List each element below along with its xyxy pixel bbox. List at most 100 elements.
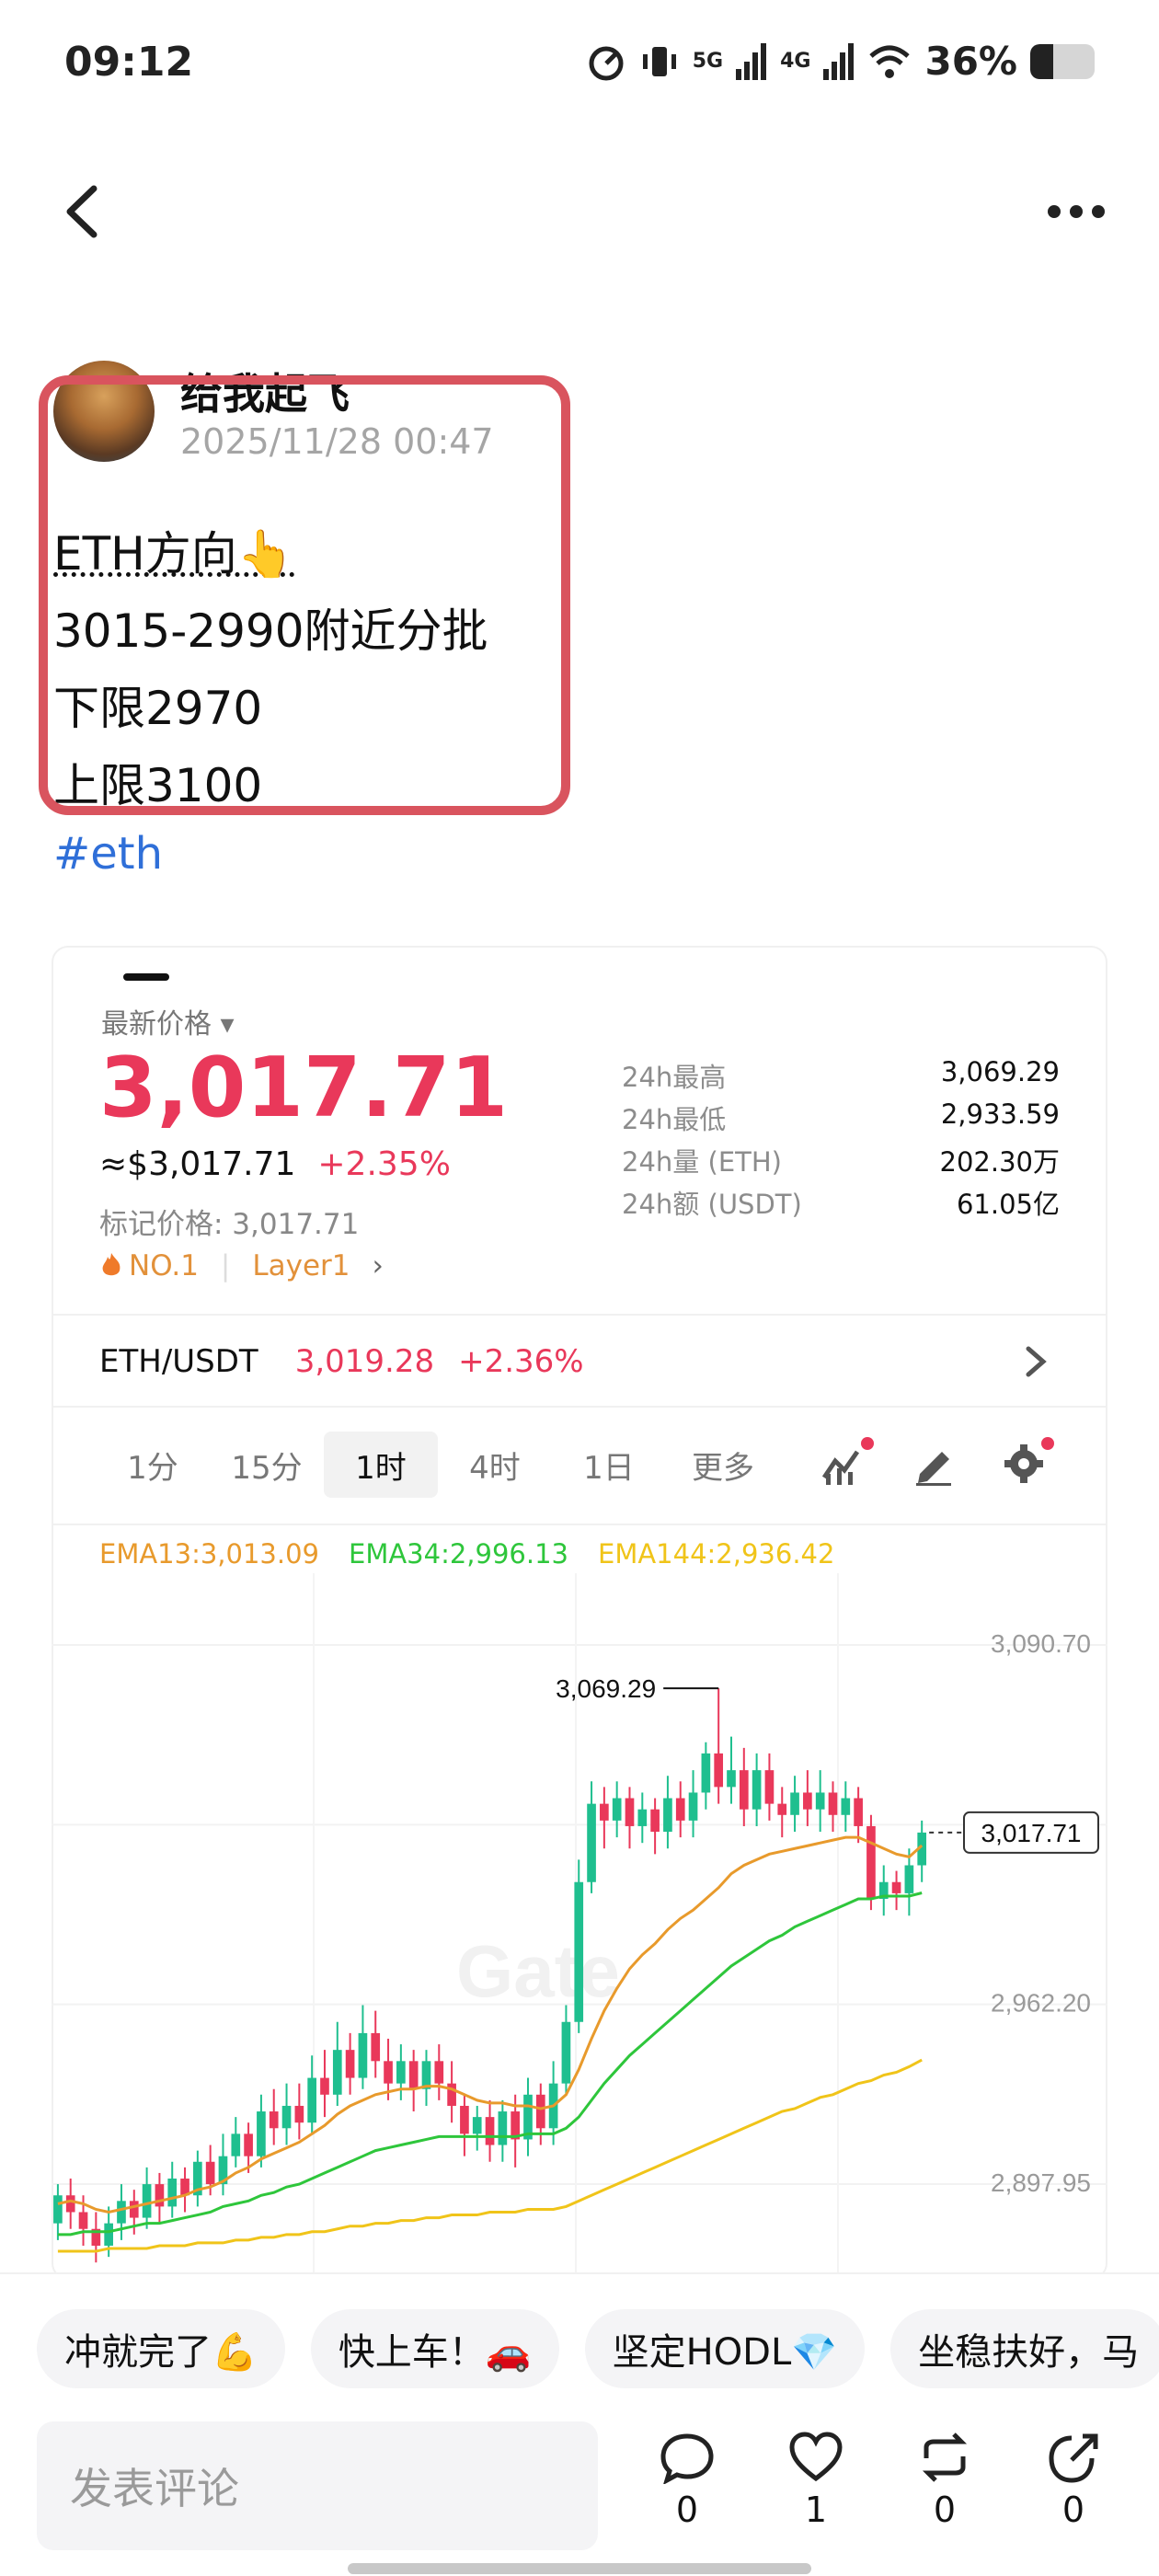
back-chevron-icon[interactable]	[57, 179, 112, 244]
candle-body	[129, 2201, 139, 2218]
notification-dot	[1041, 1437, 1054, 1450]
stat-row: 24h量 (ETH) 202.30万	[622, 1141, 1060, 1183]
candle-body	[384, 2061, 393, 2084]
notification-dot	[861, 1437, 874, 1450]
signal-icon	[736, 42, 767, 80]
candle-body	[472, 2117, 482, 2134]
like-button[interactable]: 1	[773, 2431, 859, 2530]
candle-body	[460, 2105, 469, 2134]
candle-body	[231, 2133, 241, 2156]
comment-button[interactable]: 0	[644, 2431, 730, 2530]
quick-reply-chip[interactable]: 坚定HODL💎	[584, 2309, 866, 2388]
candle-body	[307, 2077, 316, 2123]
tab-more[interactable]: 更多	[666, 1432, 780, 1498]
stats-table: 24h最高 3,069.29 24h最低 2,933.59 24h量 (ETH) 20…	[622, 1056, 1060, 1225]
candle-body	[257, 2111, 266, 2156]
category-tag[interactable]: Layer1	[252, 1249, 350, 1282]
quick-reply-chip[interactable]: 坐稳扶好，马	[890, 2309, 1159, 2388]
tab-1h[interactable]: 1时	[324, 1432, 438, 1498]
comment-icon	[660, 2433, 714, 2484]
ema13-label: EMA13:3,013.09	[99, 1538, 319, 1570]
candle-body	[764, 1770, 775, 1804]
latest-price-label[interactable]: 最新价格 ▾	[101, 1001, 235, 1041]
wifi-icon	[869, 45, 911, 78]
network-5g: 5G	[692, 50, 724, 73]
candle-body	[688, 1792, 698, 1821]
tab-1m[interactable]: 1分	[96, 1432, 210, 1498]
candle-body	[78, 2212, 88, 2229]
y-tick-label: 2,897.95	[991, 2168, 1091, 2197]
candle-body	[803, 1792, 812, 1810]
ticker-tags: NO.1 | Layer1 ›	[99, 1249, 384, 1282]
tab-1d[interactable]: 1日	[552, 1432, 666, 1498]
comment-input[interactable]: 发表评论	[37, 2421, 598, 2550]
candle-body	[434, 2061, 444, 2084]
quick-reply-chip[interactable]: 快上车！🚗	[310, 2309, 559, 2388]
candle-body	[777, 1803, 787, 1815]
chevron-right-icon[interactable]: ›	[373, 1249, 384, 1282]
candle-body	[739, 1770, 749, 1810]
mark-price: 标记价格: 3,017.71	[99, 1208, 360, 1241]
rank-label: NO.1	[129, 1249, 199, 1282]
approx-price: ≈$3,017.71	[99, 1145, 296, 1183]
stat-value: 61.05亿	[956, 1189, 1060, 1220]
candle-body	[714, 1753, 724, 1788]
pair-row[interactable]: ETH/USDT 3,019.28 +2.36%	[99, 1343, 584, 1380]
divider	[53, 1524, 1106, 1525]
stat-key: 24h量 (ETH)	[622, 1146, 782, 1178]
stat-row: 24h最高 3,069.29	[622, 1056, 1060, 1098]
candle-body	[650, 1809, 660, 1833]
pair-price: 3,019.28	[294, 1343, 435, 1380]
hashtag-link[interactable]: #eth	[53, 828, 163, 880]
ema34-label: EMA34:2,996.13	[349, 1538, 568, 1570]
chevron-right-icon[interactable]	[1023, 1343, 1049, 1380]
approx-price-row: ≈$3,017.71 +2.35%	[99, 1145, 451, 1183]
timeframe-tabs: 1分 15分 1时 4时 1日 更多	[96, 1432, 780, 1498]
quick-reply-chips: 冲就完了💪 快上车！🚗 坚定HODL💎 坐稳扶好，马	[37, 2309, 1159, 2388]
candle-body	[53, 2195, 63, 2224]
candle-body	[904, 1865, 914, 1893]
tab-15m[interactable]: 15分	[210, 1432, 324, 1498]
candle-body	[294, 2105, 304, 2123]
high-price-label: 3,069.29	[556, 1674, 656, 1703]
pair-name: ETH/USDT	[99, 1343, 258, 1380]
candle-body	[205, 2161, 215, 2185]
candle-body	[269, 2111, 279, 2129]
home-indicator	[348, 2563, 811, 2574]
quick-reply-chip[interactable]: 冲就完了💪	[37, 2309, 285, 2388]
candle-body	[663, 1798, 672, 1833]
candle-body	[345, 2050, 355, 2078]
y-tick-label: 2,962.20	[991, 1989, 1091, 2018]
candle-body	[574, 1881, 584, 2022]
candle-body	[447, 2083, 456, 2106]
candle-body	[408, 2061, 419, 2089]
pair-change: +2.36%	[458, 1343, 584, 1380]
candle-body	[396, 2061, 406, 2084]
more-dots-icon[interactable]	[1047, 202, 1106, 221]
divider	[53, 1406, 1106, 1408]
candlestick-chart[interactable]: Gate3,090.703,026.452,962.202,897.953,06…	[52, 1573, 1107, 2272]
network-4g: 4G	[780, 50, 811, 73]
candle-body	[790, 1792, 799, 1815]
share-button[interactable]: 0	[1030, 2431, 1117, 2530]
stat-row: 24h最低 2,933.59	[622, 1098, 1060, 1141]
candle-body	[854, 1798, 863, 1826]
battery-percent: 36%	[924, 39, 1017, 84]
battery-icon	[1030, 43, 1095, 79]
indicator-icon[interactable]	[820, 1437, 874, 1487]
settings-gear-icon[interactable]	[1001, 1437, 1054, 1487]
draw-pen-icon[interactable]	[911, 1441, 957, 1487]
candle-body	[701, 1753, 711, 1793]
rank-tag[interactable]: NO.1	[99, 1249, 199, 1282]
candle-body	[281, 2105, 292, 2129]
candle-body	[891, 1881, 901, 1893]
candle-body	[332, 2050, 342, 2095]
post-actions: 0 1 0 0	[644, 2431, 1117, 2530]
candle-body	[104, 2223, 113, 2246]
stat-key: 24h额 (USDT)	[622, 1189, 802, 1220]
vibrate-icon	[642, 46, 676, 76]
tab-4h[interactable]: 4时	[438, 1432, 552, 1498]
candle-body	[244, 2133, 253, 2156]
stat-value: 3,069.29	[940, 1056, 1060, 1087]
repost-button[interactable]: 0	[901, 2431, 988, 2530]
